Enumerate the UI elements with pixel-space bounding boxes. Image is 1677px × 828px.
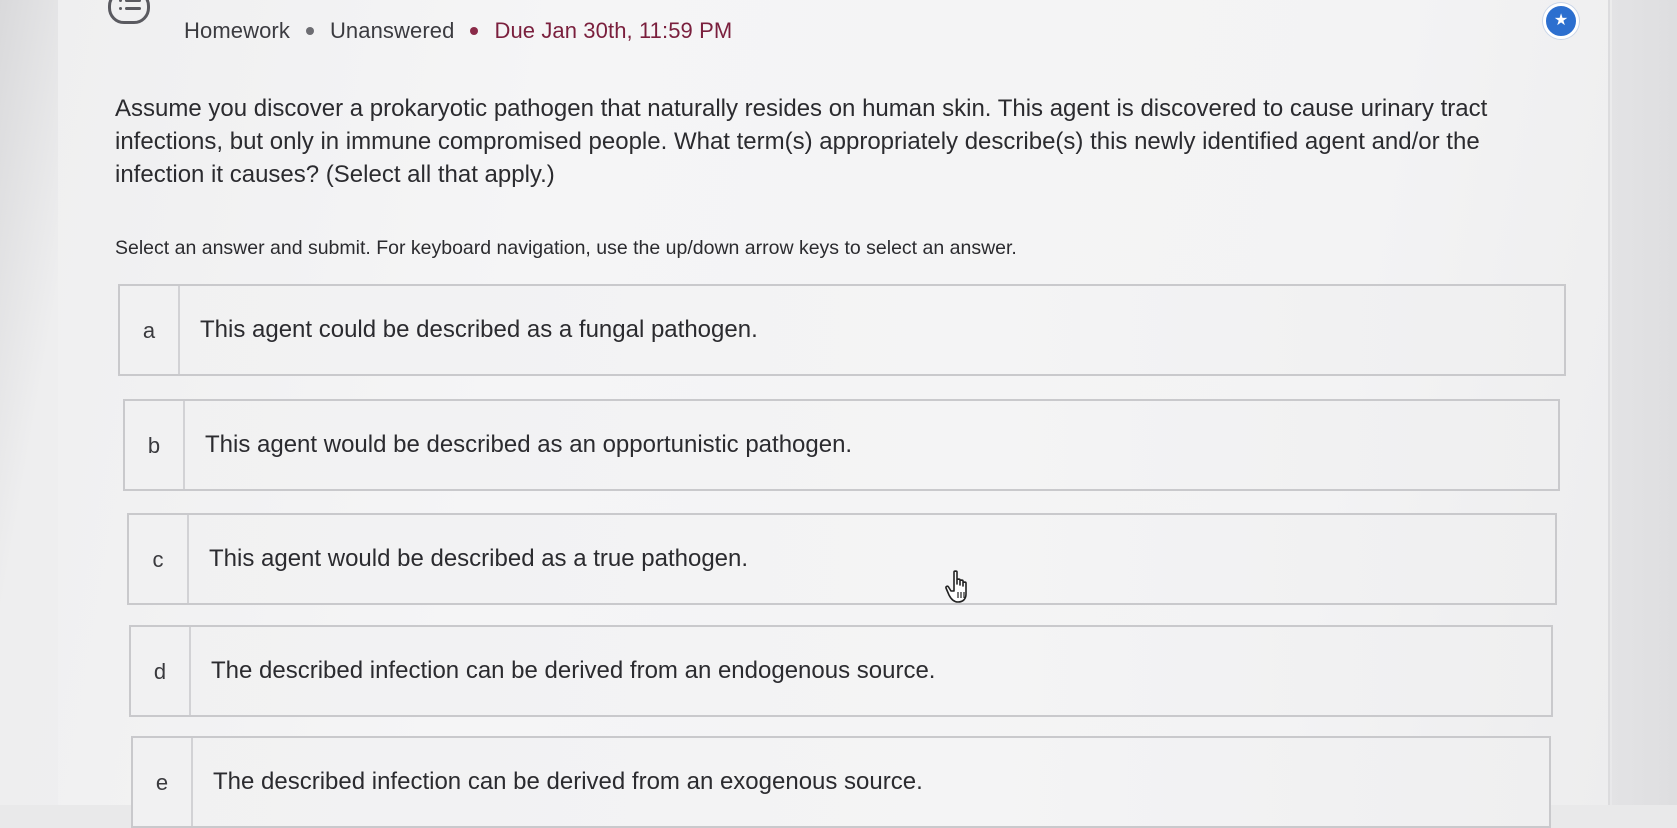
answer-option-a[interactable]: a This agent could be described as a fun… xyxy=(118,284,1566,376)
answer-status: Unanswered xyxy=(329,18,455,43)
star-button[interactable]: ★ xyxy=(1543,3,1579,39)
option-letter: e xyxy=(133,738,193,826)
chat-bubble-list-icon xyxy=(108,0,150,24)
right-gutter xyxy=(1612,0,1677,805)
hand-pointer-icon xyxy=(945,570,967,603)
option-text: This agent would be described as an oppo… xyxy=(205,431,853,458)
answer-option-d[interactable]: d The described infection can be derived… xyxy=(129,625,1553,717)
option-letter: c xyxy=(129,515,189,603)
option-text: This agent would be described as a true … xyxy=(209,545,749,572)
question-meta: Homework Unanswered Due Jan 30th, 11:59 … xyxy=(184,18,732,44)
due-date: Due Jan 30th, 11:59 PM xyxy=(494,18,733,43)
option-text: The described infection can be derived f… xyxy=(213,768,923,795)
answer-option-e[interactable]: e The described infection can be derived… xyxy=(131,736,1551,828)
instructions-text: Select an answer and submit. For keyboar… xyxy=(115,237,1017,259)
option-letter: b xyxy=(125,401,185,489)
question-text: Assume you discover a prokaryotic pathog… xyxy=(115,95,1488,188)
option-letter: d xyxy=(131,627,191,715)
separator-dot xyxy=(470,27,479,35)
option-letter: a xyxy=(120,286,180,374)
answer-option-b[interactable]: b This agent would be described as an op… xyxy=(123,399,1560,491)
assignment-type: Homework xyxy=(184,18,290,43)
option-text: The described infection can be derived f… xyxy=(211,657,936,684)
star-icon: ★ xyxy=(1553,12,1569,29)
option-text: This agent could be described as a funga… xyxy=(200,316,758,343)
answer-option-c[interactable]: c This agent would be described as a tru… xyxy=(127,513,1557,605)
separator-dot xyxy=(305,27,314,35)
